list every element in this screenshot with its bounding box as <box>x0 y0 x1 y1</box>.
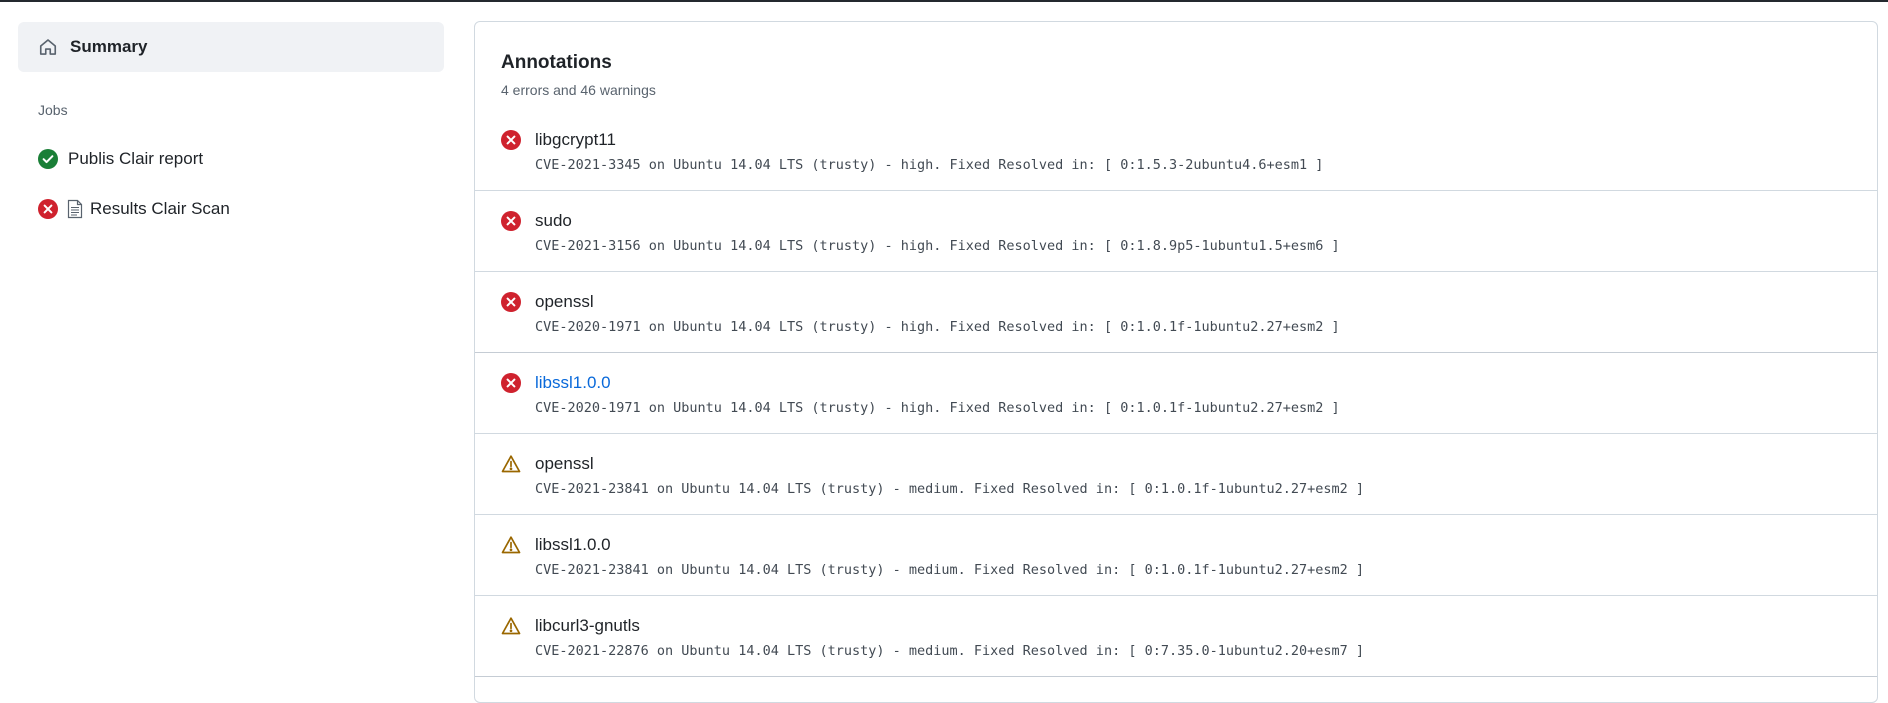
annotations-list: libgcrypt11 CVE-2021-3345 on Ubuntu 14.0… <box>475 110 1877 677</box>
annotation-title[interactable]: openssl <box>535 292 594 312</box>
home-icon <box>38 37 58 57</box>
alert-triangle-icon <box>501 454 521 474</box>
x-circle-icon <box>501 292 521 312</box>
annotation-message: CVE-2021-3156 on Ubuntu 14.04 LTS (trust… <box>535 238 1340 254</box>
annotation-message: CVE-2021-22876 on Ubuntu 14.04 LTS (trus… <box>535 643 1365 659</box>
annotation-item: libgcrypt11 CVE-2021-3345 on Ubuntu 14.0… <box>475 110 1877 191</box>
annotation-title-link[interactable]: libssl1.0.0 <box>535 373 611 393</box>
x-circle-icon <box>501 130 521 150</box>
annotation-item: openssl CVE-2020-1971 on Ubuntu 14.04 LT… <box>475 272 1877 353</box>
annotation-item: libssl1.0.0 CVE-2021-23841 on Ubuntu 14.… <box>475 515 1877 596</box>
x-circle-icon <box>38 199 58 219</box>
annotation-message: CVE-2021-3345 on Ubuntu 14.04 LTS (trust… <box>535 157 1324 173</box>
sidebar-item-results-clair-scan[interactable]: Results Clair Scan <box>18 184 444 234</box>
annotation-message: CVE-2020-1971 on Ubuntu 14.04 LTS (trust… <box>535 319 1340 335</box>
sidebar-item-label: Summary <box>70 37 148 56</box>
jobs-heading: Jobs <box>38 102 68 118</box>
annotation-title[interactable]: sudo <box>535 211 572 231</box>
annotations-header: Annotations 4 errors and 46 warnings <box>475 22 1877 110</box>
alert-triangle-icon <box>501 535 521 555</box>
annotation-item: sudo CVE-2021-3156 on Ubuntu 14.04 LTS (… <box>475 191 1877 272</box>
sidebar-item-label: Publis Clair report <box>68 149 204 168</box>
file-icon <box>66 199 84 219</box>
annotation-message: CVE-2020-1971 on Ubuntu 14.04 LTS (trust… <box>535 400 1340 416</box>
annotation-title[interactable]: openssl <box>535 454 594 474</box>
check-circle-icon <box>38 149 58 169</box>
x-circle-icon <box>501 211 521 231</box>
sidebar-item-label: Results Clair Scan <box>90 199 230 218</box>
annotation-message: CVE-2021-23841 on Ubuntu 14.04 LTS (trus… <box>535 562 1365 578</box>
annotation-title[interactable]: libcurl3-gnutls <box>535 616 640 636</box>
annotation-message: CVE-2021-23841 on Ubuntu 14.04 LTS (trus… <box>535 481 1365 497</box>
alert-triangle-icon <box>501 616 521 636</box>
sidebar-item-summary[interactable]: Summary <box>18 22 444 72</box>
annotation-item: openssl CVE-2021-23841 on Ubuntu 14.04 L… <box>475 434 1877 515</box>
annotations-title: Annotations <box>501 52 612 73</box>
annotation-item: libcurl3-gnutls CVE-2021-22876 on Ubuntu… <box>475 596 1877 677</box>
top-border <box>0 0 1888 2</box>
annotations-count: 4 errors and 46 warnings <box>501 82 656 98</box>
annotations-panel: Annotations 4 errors and 46 warnings lib… <box>474 21 1878 703</box>
jobs-list: Publis Clair report Results Clair Scan <box>18 134 444 234</box>
sidebar-item-publis-clair-report[interactable]: Publis Clair report <box>18 134 444 184</box>
x-circle-icon <box>501 373 521 393</box>
annotation-title[interactable]: libssl1.0.0 <box>535 535 611 555</box>
sidebar: Summary Jobs Publis Clair report Results… <box>18 22 444 234</box>
annotation-item: libssl1.0.0 CVE-2020-1971 on Ubuntu 14.0… <box>475 353 1877 434</box>
annotation-title[interactable]: libgcrypt11 <box>535 130 616 150</box>
